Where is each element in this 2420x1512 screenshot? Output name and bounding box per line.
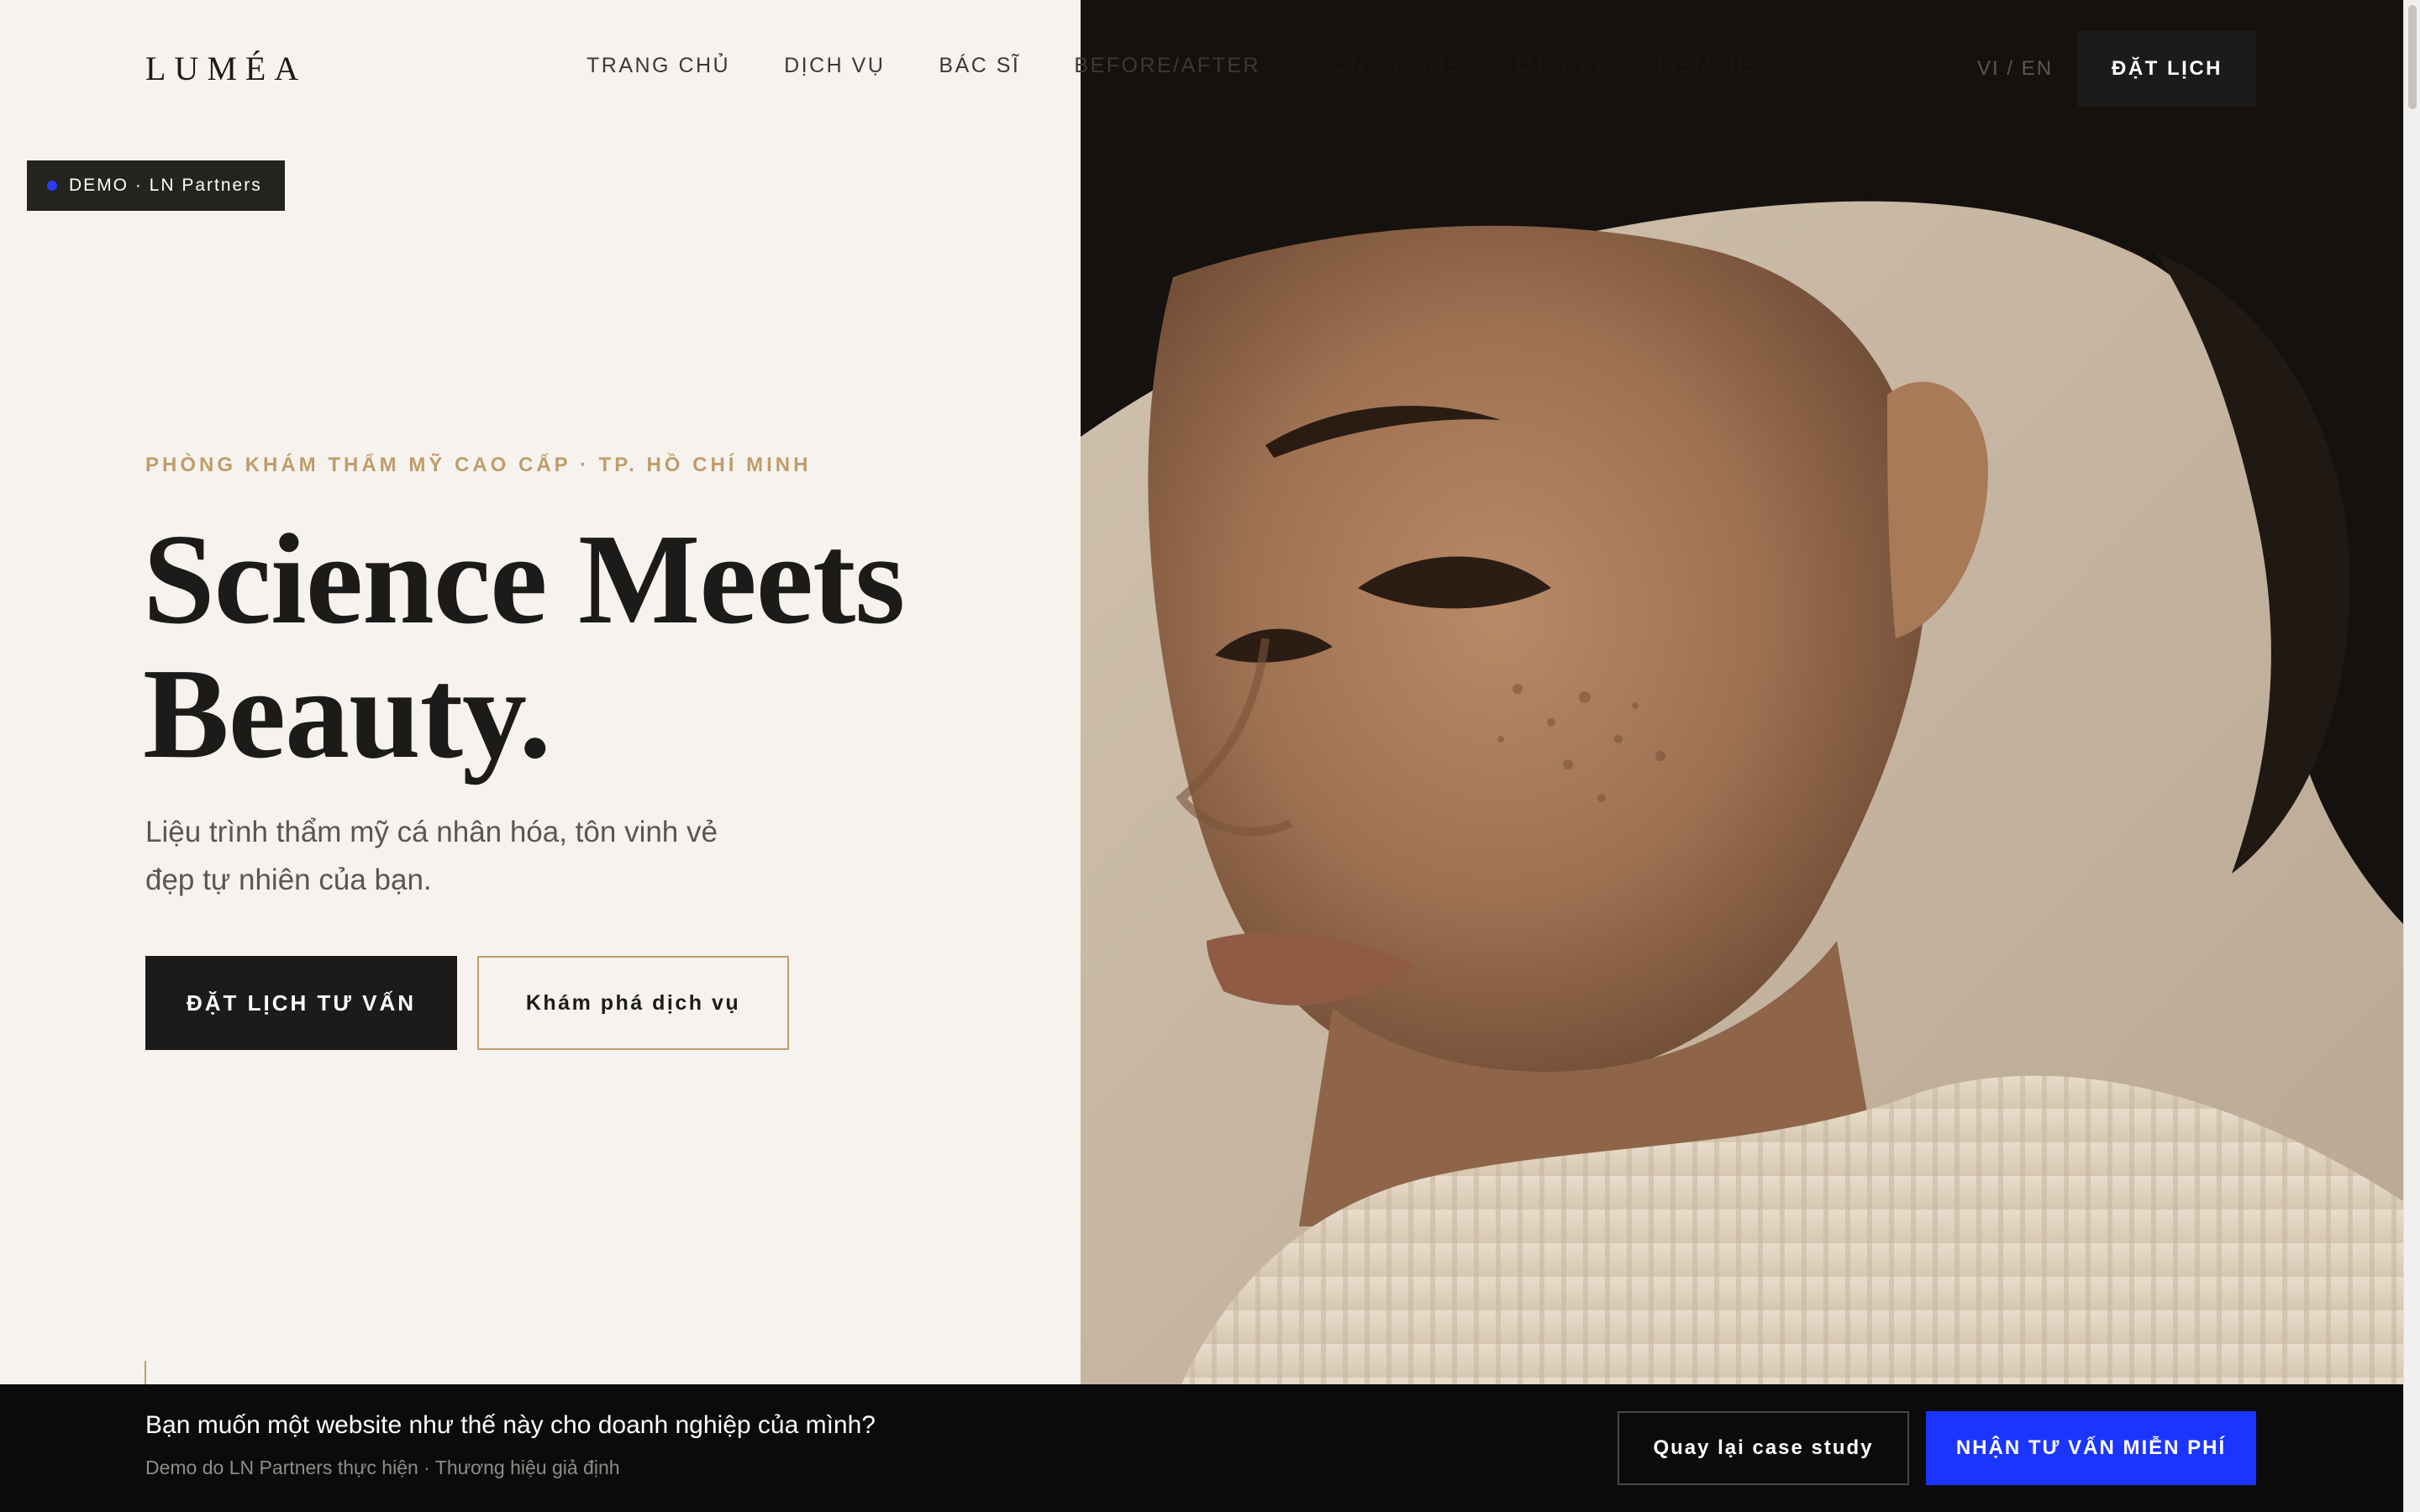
main-nav: TRANG CHỦ DỊCH VỤ BÁC SĨ BEFORE/AFTER CÔ… <box>587 54 1754 78</box>
hero-headline-line1: Science Meets <box>143 508 905 651</box>
hero-headline: Science Meets Beauty. <box>143 512 1067 781</box>
scrollbar-thumb[interactable] <box>2408 5 2417 109</box>
demo-badge-label: DEMO · LN Partners <box>69 176 262 195</box>
book-appointment-button[interactable]: ĐẶT LỊCH <box>2078 31 2256 107</box>
hero-headline-line2: Beauty. <box>143 643 551 785</box>
page-scrollbar[interactable] <box>2403 0 2420 1512</box>
hero-photo <box>1081 0 2403 1384</box>
hero-eyebrow: PHÒNG KHÁM THẨM MỸ CAO CẤP · TP. HỒ CHÍ … <box>145 454 812 476</box>
nav-item-offers[interactable]: ƯU ĐÃI <box>1517 54 1603 78</box>
hero-subtext: Liệu trình thẩm mỹ cá nhân hóa, tôn vinh… <box>145 816 718 896</box>
demo-cta-bar: Bạn muốn một website như thế này cho doa… <box>0 1384 2403 1512</box>
nav-item-home[interactable]: TRANG CHỦ <box>587 54 730 78</box>
brand-logo[interactable]: LUMÉA <box>145 49 307 88</box>
nav-item-contact[interactable]: LIÊN HỆ <box>1657 54 1754 78</box>
status-dot-icon <box>47 181 57 191</box>
nav-item-before-after[interactable]: BEFORE/AFTER <box>1074 54 1260 78</box>
nav-item-doctors[interactable]: BÁC SĨ <box>939 54 1020 78</box>
book-consultation-button[interactable]: ĐẶT LỊCH TƯ VẤN <box>145 956 457 1050</box>
explore-services-button[interactable]: Khám phá dịch vụ <box>477 956 789 1050</box>
demo-badge: DEMO · LN Partners <box>27 160 285 211</box>
language-switcher[interactable]: VI / EN <box>1977 57 2053 81</box>
back-to-case-study-button[interactable]: Quay lại case study <box>1618 1411 1909 1485</box>
cta-bar-title: Bạn muốn một website như thế này cho doa… <box>145 1411 876 1439</box>
scroll-indicator-line <box>145 1361 146 1386</box>
nav-item-technology[interactable]: CÔNG NGHỆ <box>1314 54 1463 78</box>
nav-item-services[interactable]: DỊCH VỤ <box>784 54 885 78</box>
cta-bar-subtitle: Demo do LN Partners thực hiện · Thương h… <box>145 1457 620 1478</box>
free-consultation-button[interactable]: NHẬN TƯ VẤN MIỄN PHÍ <box>1926 1411 2256 1485</box>
